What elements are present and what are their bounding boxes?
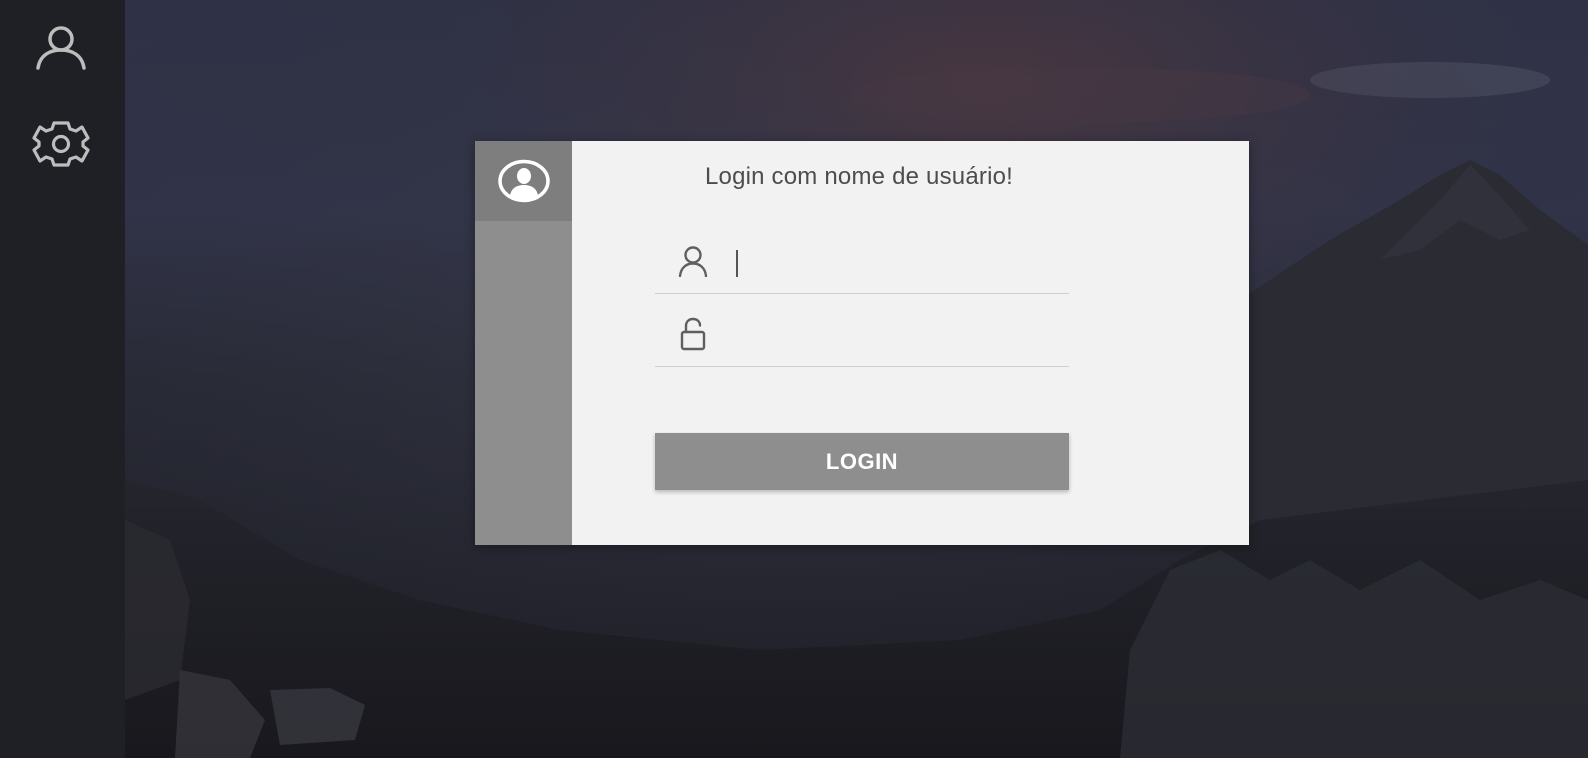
profile-button[interactable]	[30, 17, 92, 79]
settings-button[interactable]	[30, 113, 92, 175]
left-sidebar	[0, 0, 125, 758]
gear-icon	[32, 121, 90, 167]
username-field-row	[655, 235, 1069, 294]
text-caret	[736, 250, 738, 277]
login-title: Login com nome de usuário!	[704, 163, 1014, 190]
login-screen: Login com nome de usuário! LOGIN	[0, 0, 1588, 758]
login-button[interactable]: LOGIN	[655, 433, 1069, 490]
card-side-header	[475, 141, 572, 221]
password-field-row	[655, 308, 1069, 367]
user-icon	[677, 243, 709, 279]
unlock-icon	[677, 316, 709, 352]
username-input[interactable]	[733, 241, 1053, 277]
card-side-strip	[475, 141, 572, 545]
user-circle-icon	[497, 159, 550, 203]
password-input[interactable]	[733, 314, 1053, 350]
user-icon	[36, 26, 86, 70]
